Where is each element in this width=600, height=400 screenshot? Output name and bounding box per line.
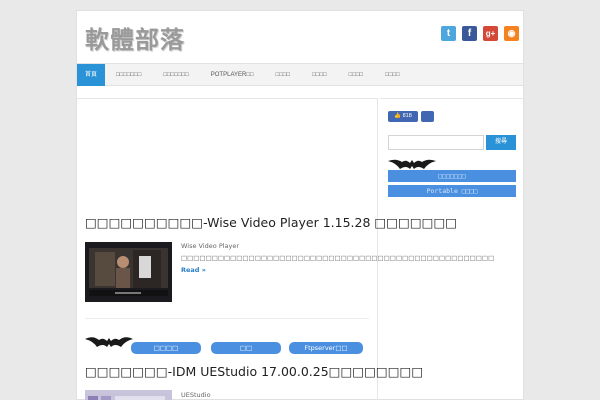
nav-item-5[interactable]: □□□□: [301, 64, 338, 86]
facebook-like-button[interactable]: 👍 818: [388, 111, 418, 122]
twitter-icon[interactable]: t: [441, 26, 456, 41]
site-logo[interactable]: 軟體部落: [85, 20, 185, 55]
nav-item-1[interactable]: □□□□□□□: [105, 64, 152, 86]
search-input[interactable]: [388, 135, 484, 150]
sidebar-button-1[interactable]: □□□□□□□: [388, 170, 516, 182]
nav-item-home[interactable]: 首頁: [77, 64, 106, 86]
social-links: t f g+ ◉: [441, 26, 519, 41]
post-title[interactable]: □□□□□□□-IDM UEStudio 17.00.0.25□□□□□□□□: [85, 364, 423, 379]
nav-item-4[interactable]: □□□□: [265, 64, 302, 86]
video-thumbnail-image: [85, 242, 172, 302]
nav-item-6[interactable]: □□□□: [338, 64, 375, 86]
thumbs-up-icon: 👍: [394, 113, 403, 119]
tag-1[interactable]: □□□□: [131, 342, 201, 354]
read-more-link[interactable]: Read »: [181, 266, 206, 274]
tag-ftpserver[interactable]: Ftpserver□□: [289, 342, 363, 354]
tag-2[interactable]: □□: [211, 342, 281, 354]
nav-item-7[interactable]: □□□□: [374, 64, 411, 86]
search-button[interactable]: 搜尋: [486, 135, 516, 150]
post-excerpt: Wise Video Player □□□□□□□□□□□□□□□□□□□□□□…: [181, 240, 494, 276]
page-container: 軟體部落 t f g+ ◉ 首頁 □□□□□□□ □□□□□□□ POTPLAY…: [76, 10, 525, 400]
main-content: □□□□□□□□□□-Wise Video Player 1.15.28 □□□…: [77, 98, 494, 400]
post-excerpt: UEStudio □□□□□□□□□□□□□□□□□□□□□□UEStudio□…: [181, 391, 211, 399]
sidebar: 👍 818 搜尋 □□□□□□□ Portable □□□□: [380, 98, 525, 400]
facebook-share-button[interactable]: [421, 111, 434, 122]
post-tags: □□□□ □□ Ftpserver□□: [85, 342, 375, 358]
rss-icon[interactable]: ◉: [504, 26, 519, 41]
post-thumbnail[interactable]: [85, 242, 172, 302]
google-plus-icon[interactable]: g+: [483, 26, 498, 41]
editor-thumbnail-image: [85, 393, 172, 400]
nav-item-2[interactable]: □□□□□□□: [152, 64, 199, 86]
site-header: 軟體部落 t f g+ ◉: [77, 11, 525, 63]
nav-item-potplayer[interactable]: POTPLAYER□□: [200, 64, 265, 86]
post-thumbnail[interactable]: [85, 390, 172, 400]
sidebar-button-portable[interactable]: Portable □□□□: [388, 185, 516, 197]
main-nav: 首頁 □□□□□□□ □□□□□□□ POTPLAYER□□ □□□□ □□□□…: [77, 63, 523, 86]
post-divider: [85, 318, 369, 319]
like-count: 818: [402, 113, 412, 119]
facebook-icon[interactable]: f: [462, 26, 477, 41]
